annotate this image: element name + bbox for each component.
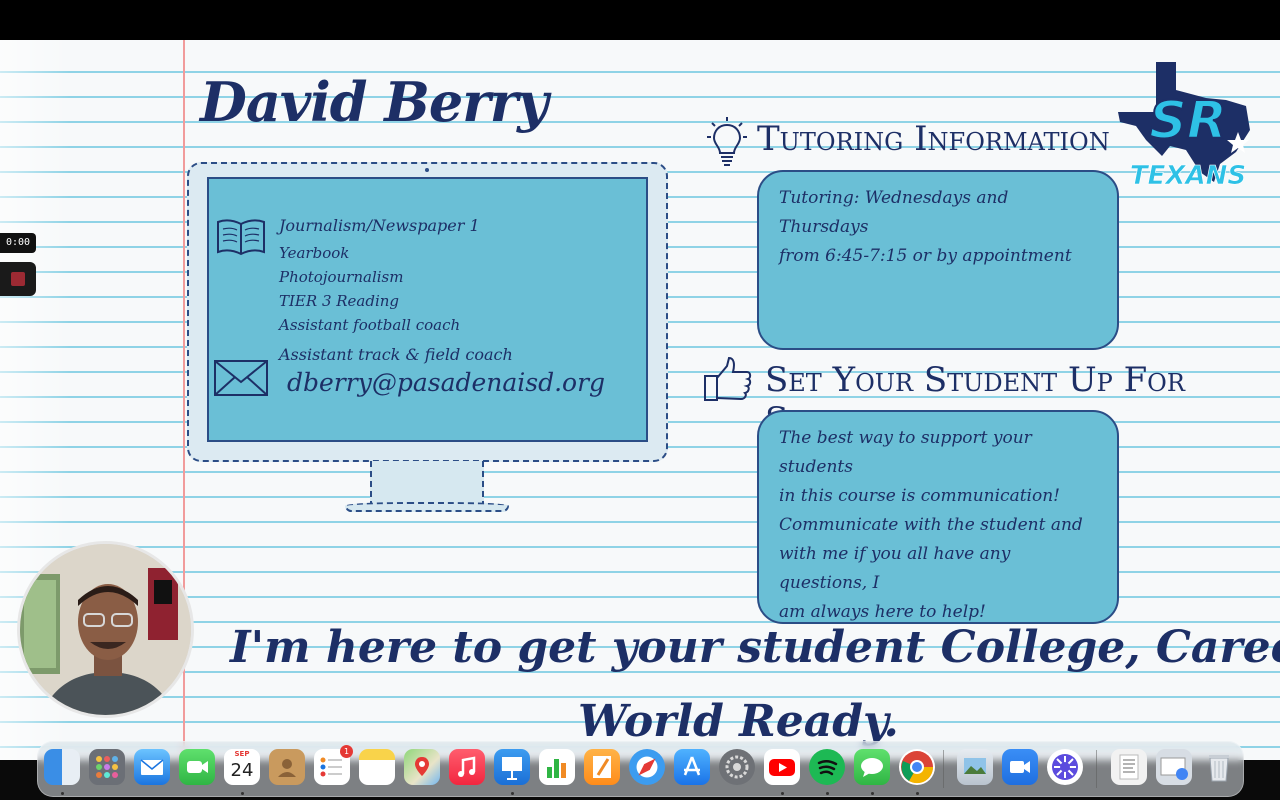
- chrome-icon[interactable]: [899, 749, 935, 785]
- tutoring-box: Tutoring: Wednesdays and Thursdays from …: [757, 170, 1119, 350]
- facetime-icon[interactable]: [179, 749, 215, 785]
- success-box: The best way to support your students in…: [757, 410, 1119, 624]
- envelope-icon: [214, 360, 268, 396]
- maps-icon[interactable]: [404, 749, 440, 785]
- tutoring-text-line: from 6:45-7:15 or by appointment: [779, 246, 1072, 266]
- running-indicator: [781, 792, 784, 795]
- stop-recording-button[interactable]: [0, 262, 36, 296]
- mail-icon[interactable]: [134, 749, 170, 785]
- system-settings-icon[interactable]: [719, 749, 755, 785]
- launchpad-icon[interactable]: [89, 749, 125, 785]
- spotify-icon[interactable]: [809, 749, 845, 785]
- course-item: Assistant football coach: [279, 316, 461, 334]
- recording-timer: 0:00: [0, 233, 36, 253]
- monitor-camera-dot: [425, 168, 429, 172]
- course-item: Journalism/Newspaper 1: [279, 216, 480, 235]
- monitor-stand-base: [345, 502, 509, 512]
- monitor-stand-neck: [370, 461, 484, 507]
- logo-team-name: TEXANS: [1130, 161, 1246, 190]
- running-indicator: [871, 792, 874, 795]
- zoom-icon[interactable]: [1002, 749, 1038, 785]
- calendar-month: SEP: [224, 749, 260, 760]
- trash-icon[interactable]: [1201, 749, 1237, 785]
- keynote-icon[interactable]: [494, 749, 530, 785]
- preview-icon[interactable]: [957, 749, 993, 785]
- presenter-video: [20, 544, 191, 715]
- thumbs-up-icon: [704, 356, 752, 401]
- app-store-icon[interactable]: [674, 749, 710, 785]
- closing-statement: I'm here to get your student College, Ca…: [230, 622, 1280, 673]
- perplexity-icon[interactable]: [1047, 749, 1083, 785]
- notes-icon[interactable]: [359, 749, 395, 785]
- running-indicator: [61, 792, 64, 795]
- webcam-bubble[interactable]: [17, 541, 194, 718]
- tutoring-heading: Tutoring Information: [757, 119, 1110, 159]
- dock-separator: [943, 750, 944, 788]
- closing-statement-continued: World Ready.: [578, 696, 899, 747]
- logo-monogram: SR: [1149, 91, 1227, 151]
- teacher-name: David Berry: [200, 70, 549, 134]
- numbers-icon[interactable]: [539, 749, 575, 785]
- calendar-day: 24: [230, 760, 254, 781]
- safari-icon[interactable]: [629, 749, 665, 785]
- pages-icon[interactable]: [584, 749, 620, 785]
- running-indicator: [916, 792, 919, 795]
- success-text-line: in this course is communication!: [779, 486, 1060, 506]
- macos-dock: SEP 24 1: [37, 741, 1244, 797]
- downloads-stack-icon[interactable]: [1156, 749, 1192, 785]
- course-item: TIER 3 Reading: [279, 292, 400, 310]
- course-item: Photojournalism: [279, 268, 404, 286]
- music-icon[interactable]: [449, 749, 485, 785]
- success-text-line: Communicate with the student and: [779, 515, 1083, 535]
- teacher-email: dberry@pasadenaisd.org: [287, 368, 606, 397]
- messages-icon[interactable]: [854, 749, 890, 785]
- contacts-icon[interactable]: [269, 749, 305, 785]
- course-item: Yearbook: [279, 244, 350, 262]
- youtube-icon[interactable]: [764, 749, 800, 785]
- presentation-slide: David Berry Journalism/Newspaper 1 Yearb…: [0, 40, 1280, 760]
- school-logo: SR TEXANS: [1118, 62, 1250, 190]
- finder-icon[interactable]: [44, 749, 80, 785]
- lightbulb-icon: [707, 117, 747, 166]
- reminders-icon[interactable]: 1: [314, 745, 353, 785]
- running-indicator: [826, 792, 829, 795]
- calendar-icon[interactable]: SEP 24: [224, 749, 260, 785]
- documents-stack-icon[interactable]: [1111, 749, 1147, 785]
- reminders-badge: 1: [340, 745, 353, 758]
- running-indicator: [511, 792, 514, 795]
- course-item: Assistant track & field coach: [279, 345, 513, 364]
- success-text-line: with me if you all have any questions, I: [779, 544, 1011, 593]
- book-icon: [217, 219, 265, 256]
- running-indicator: [241, 792, 244, 795]
- tutoring-text-line: Tutoring: Wednesdays and Thursdays: [779, 188, 1009, 237]
- dock-separator: [1096, 750, 1097, 788]
- success-text-line: The best way to support your students: [779, 428, 1032, 477]
- letterbox-top: [0, 0, 1280, 40]
